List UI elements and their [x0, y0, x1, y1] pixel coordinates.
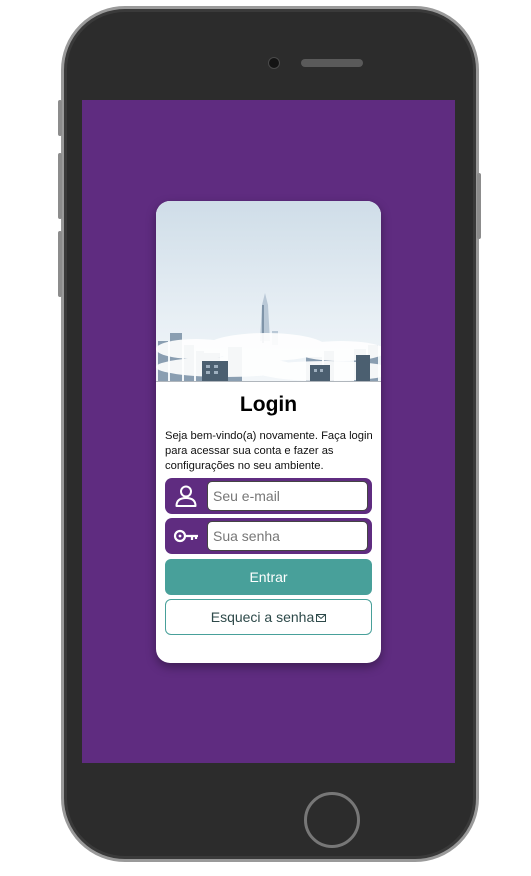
email-input[interactable]: [207, 481, 368, 511]
welcome-text: Seja bem-vindo(a) novamente. Faça login …: [165, 430, 373, 472]
login-button[interactable]: Entrar: [165, 559, 372, 595]
login-card: Login Seja bem-vindo(a) novamente. Faça …: [156, 201, 381, 663]
forgot-password-label: Esqueci a senha: [210, 609, 315, 625]
home-button[interactable]: [304, 792, 360, 848]
page-title: Login: [239, 393, 298, 416]
email-field-group: [165, 478, 372, 514]
volume-up-button: [58, 153, 62, 219]
front-camera: [268, 57, 280, 69]
volume-down-button: [58, 231, 62, 297]
key-icon: [173, 524, 199, 548]
user-icon: [173, 484, 199, 508]
hero-image: [156, 201, 381, 382]
envelope-icon: [316, 609, 327, 625]
forgot-password-button[interactable]: Esqueci a senha: [165, 599, 372, 635]
speaker: [301, 59, 363, 67]
mute-switch: [58, 100, 62, 136]
password-input[interactable]: [207, 521, 368, 551]
password-field-group: [165, 518, 372, 554]
power-button: [477, 173, 481, 239]
phone-screen: Login Seja bem-vindo(a) novamente. Faça …: [82, 100, 455, 763]
